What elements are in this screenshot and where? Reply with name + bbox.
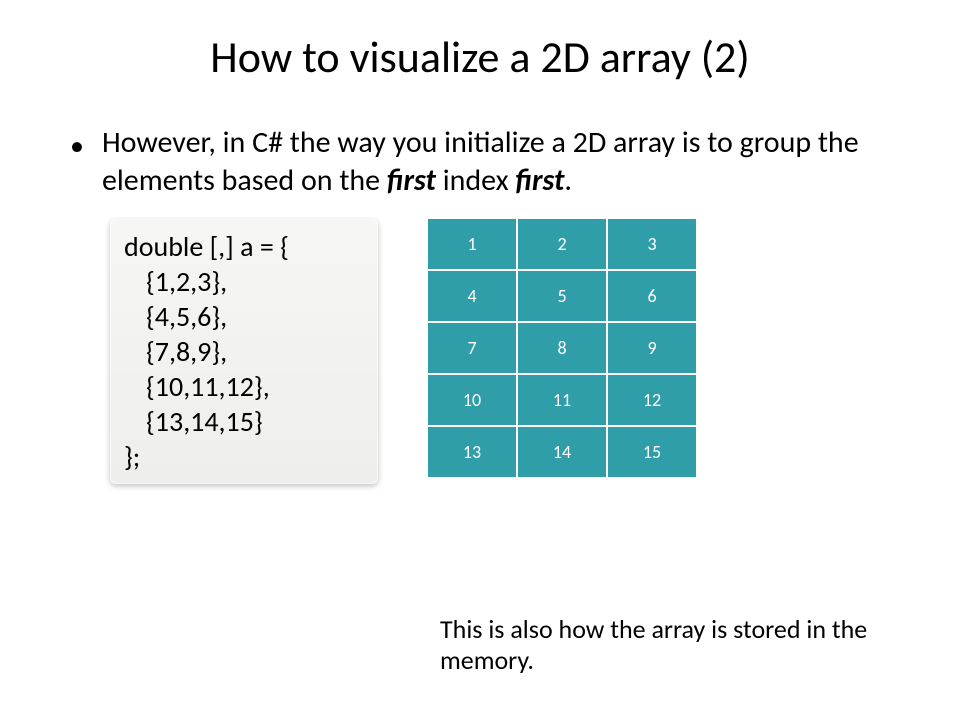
grid-cell: 5 — [518, 271, 606, 321]
array-grid: 1 2 3 4 5 6 7 8 9 10 11 12 13 14 15 — [428, 219, 696, 477]
code-line-4: {10,11,12}, — [124, 369, 362, 404]
slide-body: • However, in C# the way you initialize … — [0, 124, 960, 484]
array-grid-wrap: 1 2 3 4 5 6 7 8 9 10 11 12 13 14 15 — [428, 219, 696, 477]
grid-cell: 7 — [428, 323, 516, 373]
grid-cell: 13 — [428, 427, 516, 477]
grid-cell: 14 — [518, 427, 606, 477]
code-line-1: {1,2,3}, — [124, 264, 362, 299]
grid-cell: 1 — [428, 219, 516, 269]
slide-title: How to visualize a 2D array (2) — [0, 0, 960, 124]
grid-cell: 6 — [608, 271, 696, 321]
grid-cell: 8 — [518, 323, 606, 373]
code-line-2: {4,5,6}, — [124, 299, 362, 334]
grid-cell: 15 — [608, 427, 696, 477]
code-line-6: }; — [124, 439, 140, 474]
grid-cell: 9 — [608, 323, 696, 373]
code-line-3: {7,8,9}, — [124, 334, 362, 369]
bullet-part-em2: first — [515, 162, 564, 199]
bullet-item: • However, in C# the way you initialize … — [70, 124, 890, 199]
bullet-dot-icon: • — [70, 128, 84, 163]
code-line-5: {13,14,15} — [124, 404, 362, 439]
bullet-part-mid: index — [436, 162, 515, 199]
grid-cell: 12 — [608, 375, 696, 425]
grid-cell: 2 — [518, 219, 606, 269]
caption-text: This is also how the array is stored in … — [440, 614, 900, 676]
grid-cell: 11 — [518, 375, 606, 425]
grid-cell: 10 — [428, 375, 516, 425]
bullet-part-em1: first — [387, 162, 436, 199]
grid-cell: 4 — [428, 271, 516, 321]
code-line-0: double [,] a = { — [124, 229, 289, 264]
grid-cell: 3 — [608, 219, 696, 269]
bullet-text: However, in C# the way you initialize a … — [102, 124, 890, 199]
code-block: double [,] a = { {1,2,3}, {4,5,6}, {7,8,… — [110, 219, 378, 484]
bullet-part-post: . — [564, 162, 572, 199]
lower-row: double [,] a = { {1,2,3}, {4,5,6}, {7,8,… — [70, 219, 890, 484]
